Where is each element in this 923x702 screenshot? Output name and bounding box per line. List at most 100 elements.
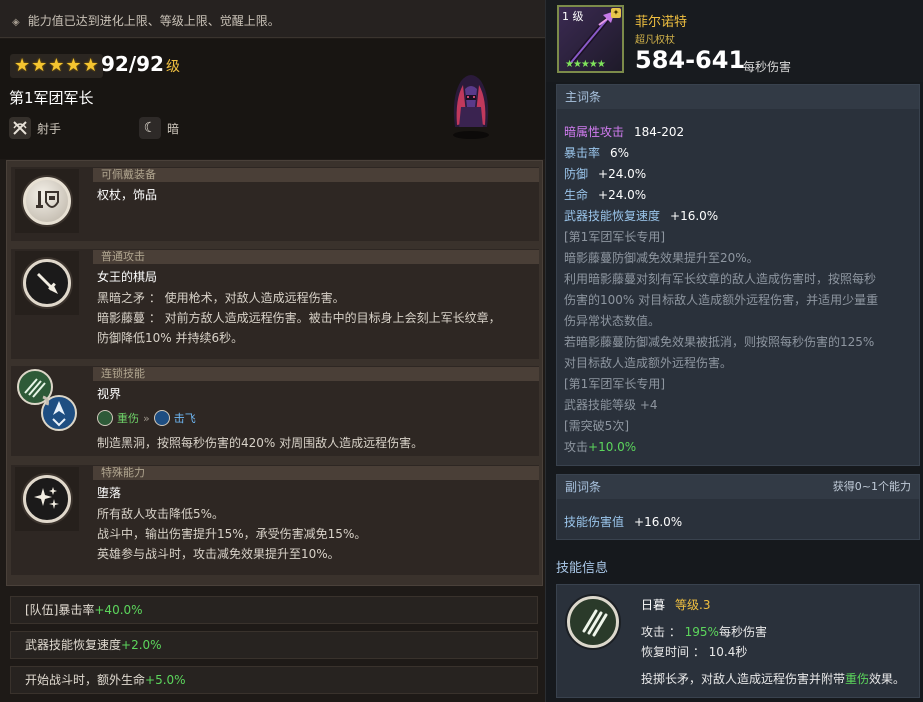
weapon-skill-box: 日暮 等级.3 攻击 ： 195%每秒伤害 恢复时间 ： 10.4秒 投掷长矛，对… <box>556 584 920 698</box>
hero-stars: ★ ★ ★ ★ ★ <box>10 54 103 78</box>
option-desc: [需突破5次] <box>564 419 629 433</box>
option-desc: 武器技能等级 +4 <box>564 398 658 412</box>
skill-level: 等级.3 <box>675 598 711 612</box>
option-atk-value: +10.0% <box>588 440 637 454</box>
normal-attack-title: 女王的棋局 <box>97 270 158 284</box>
skill-desc-post: 效果。 <box>869 672 906 686</box>
team-bonus-row: 武器技能恢复速度+2.0% <box>10 631 538 659</box>
notice-text: 能力值已达到进化上限、等级上限、觉醒上限。 <box>27 14 280 28</box>
weapon-card[interactable]: 1 级 ✦ ★★★★★ <box>557 5 624 73</box>
stat-row: 暗属性攻击 184-202 <box>564 123 684 140</box>
skill-atk-value: 195% <box>684 625 719 639</box>
bonus-label: 开始战斗时，额外生命 <box>25 673 146 687</box>
bonus-value: +2.0% <box>121 638 162 652</box>
hero-name: 第1军团军长 <box>9 89 94 107</box>
sub-options-box: 副词条 获得0~1个能力 技能伤害值 +16.0% <box>556 474 920 540</box>
stat-key: 武器技能恢复速度 <box>564 209 661 223</box>
stat-row: 生命 +24.0% <box>564 186 646 203</box>
special-ability-title: 堕落 <box>97 486 122 500</box>
moon-icon: ☾ <box>139 117 161 139</box>
bonus-label: 武器技能恢复速度 <box>25 638 122 652</box>
chain-skill-tag: 连锁技能 <box>93 367 539 381</box>
weapon-header: 1 级 ✦ ★★★★★ 菲尔诺特 超凡权杖 584-641 每秒伤害 <box>546 0 923 82</box>
stat-value: +24.0% <box>598 188 647 202</box>
option-desc: 对目标敌人造成额外远程伤害。 <box>564 356 733 370</box>
archer-icon <box>9 117 31 139</box>
claw-icon <box>567 596 619 648</box>
hero-level: 92/92 级 <box>101 52 180 76</box>
lock-icon: ✦ <box>611 8 621 18</box>
weapon-stars: ★★★★★ <box>565 59 606 70</box>
option-desc: [第1军团军长专用] <box>564 230 665 244</box>
max-notice: ◈ 能力值已达到进化上限、等级上限、觉醒上限。 <box>0 0 545 38</box>
team-bonus-row: [队伍]暴击率+40.0% <box>10 596 538 624</box>
skill-cd-value: 10.4秒 <box>708 645 748 659</box>
star-icon: ★ <box>65 55 82 76</box>
chevron-right-icon: » <box>143 411 150 425</box>
main-options-box: 主词条 暗属性攻击 184-202 暴击率 6% 防御 +24.0% 生命 +24.0%… <box>556 84 920 466</box>
chain-icon-box <box>15 368 79 432</box>
injury-icon <box>97 410 113 426</box>
special-ability-tag: 特殊能力 <box>93 466 539 480</box>
normal-attack-line3: 防御降低10% 并持续6秒。 <box>97 331 244 345</box>
option-desc: 暗影藤蔓防御减免效果提升至20%。 <box>564 251 759 265</box>
normal-attack-section: 普通攻击 女王的棋局 黑暗之矛 ： 使用枪术，对敌人造成远程伤害。 暗影藤蔓 ：… <box>11 249 539 359</box>
weapon-dps-unit: 每秒伤害 <box>743 60 792 74</box>
weapon-level: 1 级 <box>562 10 584 23</box>
main-options-header: 主词条 <box>557 85 919 109</box>
stat-key: 暴击率 <box>564 146 601 160</box>
stat-row: 防御 +24.0% <box>564 165 646 182</box>
stat-value: +16.0% <box>634 515 683 529</box>
chain-skill-title: 视界 <box>97 387 122 401</box>
equip-tag: 可佩戴装备 <box>93 168 539 182</box>
sword-icon <box>23 259 71 307</box>
hero-level-unit: 级 <box>165 59 180 75</box>
stat-value: +16.0% <box>670 209 719 223</box>
stat-key: 生命 <box>564 188 589 202</box>
star-icon: ★ <box>31 55 48 76</box>
stat-key: 暗属性攻击 <box>564 125 625 139</box>
star-icon: ★ <box>48 55 65 76</box>
skill-desc-pre: 投掷长矛，对敌人造成远程伤害并附带 <box>641 672 846 686</box>
normal-attack-icon-box <box>15 251 79 315</box>
option-atk: 攻击+10.0% <box>564 438 636 455</box>
skill-desc-highlight: 重伤 <box>845 672 870 686</box>
skill-name: 日暮 <box>641 598 666 612</box>
option-desc: 利用暗影藤蔓对刻有军长纹章的敌人造成伤害时，按照每秒 <box>564 272 877 286</box>
hero-element-label: 暗 <box>167 121 180 136</box>
special-ability-line1: 所有敌人攻击降低5%。 <box>97 507 225 521</box>
bonus-label: [队伍]暴击率 <box>25 603 95 617</box>
equip-section: 可佩戴装备 权杖，饰品 <box>11 167 539 241</box>
chain-from: 重伤 <box>117 412 139 425</box>
special-ability-line3: 英雄参与战斗时，攻击减免效果提升至10%。 <box>97 547 340 561</box>
chain-skill-icon <box>17 369 77 431</box>
diamond-icon: ◈ <box>12 17 20 28</box>
weapon-dps: 584-641 <box>635 46 746 74</box>
skill-info-header: 技能信息 <box>556 561 609 576</box>
equipment-icon <box>23 177 71 225</box>
hero-element: ☾ 暗 <box>139 117 179 139</box>
special-ability-line2: 战斗中，输出伤害提升15%，承受伤害减免15%。 <box>97 527 367 541</box>
special-icon-box <box>15 467 79 531</box>
hero-class: 射手 <box>9 117 61 139</box>
airborne-icon <box>153 410 170 426</box>
hero-portrait <box>453 75 489 139</box>
chain-skill-section: 连锁技能 视界 重伤 » 击飞 制造黑洞，按照每秒伤害的420% 对周围敌人造成… <box>11 366 539 456</box>
sparkle-icon <box>23 475 71 523</box>
hero-detail-panel: 可佩戴装备 权杖，饰品 普通攻击 女王的棋局 黑暗之矛 ： 使用枪术，对敌人造成… <box>6 160 543 586</box>
bonus-value: +40.0% <box>94 603 143 617</box>
stat-value: 6% <box>610 146 630 160</box>
chain-to: 击飞 <box>173 412 196 425</box>
weapon-panel: 1 级 ✦ ★★★★★ 菲尔诺特 超凡权杖 584-641 每秒伤害 主词条 暗… <box>545 0 923 702</box>
skill-desc: 投掷长矛，对敌人造成远程伤害并附带重伤效果。 <box>641 670 905 687</box>
chain-skill-desc: 制造黑洞，按照每秒伤害的420% 对周围敌人造成远程伤害。 <box>97 436 424 450</box>
stat-key: 技能伤害值 <box>564 515 625 529</box>
sub-options-note: 获得0~1个能力 <box>832 480 911 493</box>
stat-row: 技能伤害值 +16.0% <box>564 513 682 530</box>
equip-title: 权杖，饰品 <box>97 188 158 202</box>
stat-key: 防御 <box>564 167 589 181</box>
stat-value: 184-202 <box>634 125 685 139</box>
hero-header: ★ ★ ★ ★ ★ 92/92 级 第1军团军长 射手 ☾ 暗 <box>0 39 545 159</box>
skill-title: 日暮 等级.3 <box>641 596 710 613</box>
skill-cd-label: 恢复时间 ： <box>641 645 705 659</box>
